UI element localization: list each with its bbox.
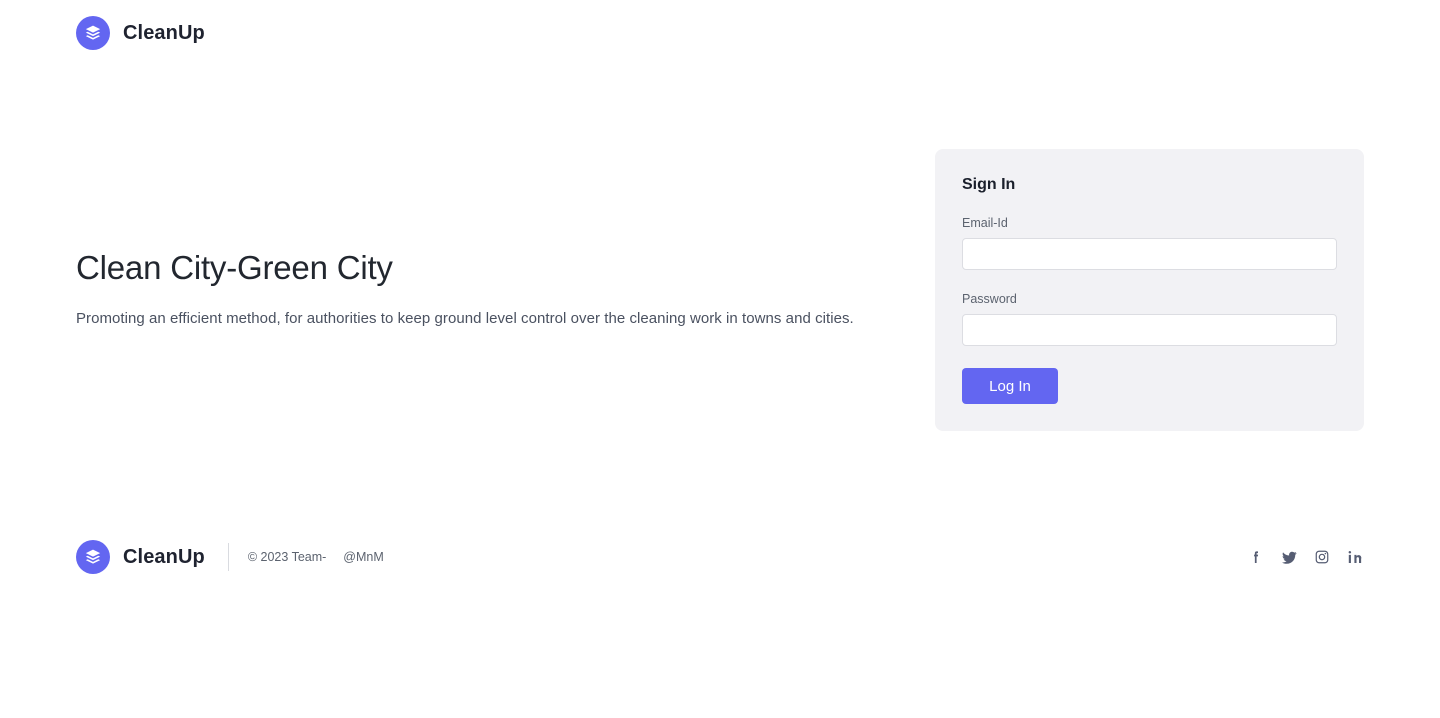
footer-brand-link[interactable]: CleanUp xyxy=(76,540,205,574)
signin-heading: Sign In xyxy=(962,176,1016,193)
password-field-label: Password xyxy=(962,292,1017,307)
footer-team-handle: @MnM xyxy=(343,549,384,564)
site-footer: CleanUp © 2023 Team- @MnM xyxy=(0,531,1440,583)
linkedin-icon[interactable] xyxy=(1346,548,1364,566)
password-input[interactable] xyxy=(962,314,1337,347)
login-button[interactable]: Log In xyxy=(962,368,1058,405)
twitter-icon[interactable] xyxy=(1280,548,1298,566)
hero-subtitle: Promoting an efficient method, for autho… xyxy=(76,309,854,327)
footer-social-links xyxy=(1247,548,1364,566)
password-field-group: Password xyxy=(962,292,1337,347)
email-field-group: Email-Id xyxy=(962,216,1337,271)
layers-stack-icon xyxy=(76,16,110,50)
facebook-icon[interactable] xyxy=(1247,548,1265,566)
header-brand-name: CleanUp xyxy=(123,22,205,44)
footer-left-group: CleanUp © 2023 Team- @MnM xyxy=(76,540,384,574)
email-field-label: Email-Id xyxy=(962,216,1008,231)
site-header: CleanUp xyxy=(0,0,1440,66)
footer-copyright: © 2023 Team- xyxy=(247,549,327,564)
layers-stack-icon xyxy=(76,540,110,574)
footer-divider xyxy=(227,543,229,571)
header-brand-link[interactable]: CleanUp xyxy=(76,16,205,50)
email-input[interactable] xyxy=(962,238,1337,271)
login-page: CleanUp Clean City-Green City Promoting … xyxy=(0,0,1440,718)
instagram-icon[interactable] xyxy=(1313,548,1331,566)
hero-section: Clean City-Green City Promoting an effic… xyxy=(76,248,876,329)
footer-brand-name: CleanUp xyxy=(123,546,205,568)
signin-card: Sign In Email-Id Password Log In xyxy=(935,149,1364,431)
page-title: Clean City-Green City xyxy=(76,249,393,286)
